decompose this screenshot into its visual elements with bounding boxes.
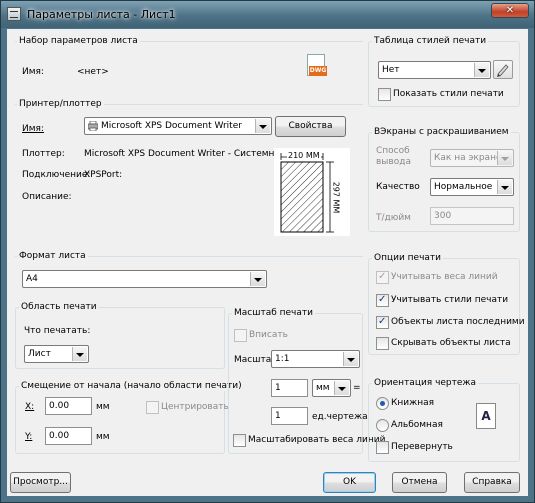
scale-value1-input[interactable]: 1	[271, 379, 308, 397]
shade-plot-label: Способ вывода	[376, 146, 411, 167]
paper-size-group-label: Формат листа	[17, 251, 88, 261]
scale-unit-label: ед.чертежа	[312, 412, 368, 422]
description-label: Описание:	[22, 192, 72, 202]
plot-area-select[interactable]: Лист	[24, 345, 89, 363]
plot-offset-group-label: Смещение от начала (начало области печат…	[19, 381, 244, 391]
plot-scale-group-label: Масштаб печати	[232, 308, 315, 318]
chevron-down-icon	[474, 63, 489, 77]
dpi-label: Т/дюйм	[376, 213, 411, 223]
paper-height-label: 297 ММ	[331, 180, 341, 215]
ok-button[interactable]: OK	[323, 472, 376, 493]
pencil-icon	[497, 64, 509, 77]
plot-paperspace-last-checkbox[interactable]: Объекты листа последними	[376, 315, 525, 329]
connection-label: Подключение:	[22, 170, 91, 180]
offset-x-unit: мм	[96, 402, 110, 412]
fit-to-paper-checkbox[interactable]: Вписать	[234, 329, 288, 342]
scale-unit-value: мм	[316, 383, 330, 393]
portrait-page-icon: A	[476, 403, 496, 429]
printer-icon	[88, 121, 98, 131]
printer-group-label: Принтер/плоттер	[17, 99, 104, 109]
properties-button[interactable]: Свойства	[275, 116, 346, 137]
paper-size-select[interactable]: A4	[22, 270, 267, 288]
edit-plot-style-button[interactable]	[493, 60, 513, 79]
window-title: Параметры листа - Лист1	[27, 8, 176, 21]
orientation-group-label: Ориентация чертежа	[372, 378, 479, 388]
connection-value: XPSPort:	[84, 170, 123, 180]
paper-width-label: 210 ММ	[287, 151, 321, 160]
page-setup-name-label: Имя:	[22, 67, 44, 77]
shade-plot-value: Как на экране	[434, 153, 502, 163]
chevron-down-icon	[497, 151, 512, 165]
paper-preview: 210 ММ 297 ММ	[274, 148, 350, 236]
printer-name-value: Microsoft XPS Document Writer	[101, 121, 242, 131]
chevron-down-icon	[334, 381, 349, 395]
scale-value: 1:1	[275, 354, 290, 364]
chevron-down-icon	[72, 347, 87, 361]
dpi-input[interactable]: 300	[430, 207, 514, 225]
center-plot-checkbox[interactable]: Центрировать	[146, 401, 229, 414]
plot-lineweights-checkbox[interactable]: Учитывать веса линий	[376, 270, 498, 284]
plot-area-what-label: Что печатать:	[24, 326, 91, 336]
chevron-down-icon	[255, 119, 270, 133]
offset-x-input[interactable]: 0.00	[45, 397, 92, 415]
plot-area-group-label: Область печати	[19, 302, 99, 312]
scale-select[interactable]: 1:1	[271, 350, 360, 368]
shaded-viewport-group-label: ВЭкраны с раскрашиванием	[372, 127, 511, 137]
plot-style-value: Нет	[382, 65, 400, 75]
hide-paperspace-objects-checkbox[interactable]: Скрывать объекты листа	[376, 337, 511, 350]
offset-x-label: X:	[25, 402, 35, 412]
scale-lineweights-checkbox[interactable]: Масштабировать веса линий	[233, 434, 385, 447]
plot-style-select[interactable]: Нет	[378, 61, 491, 79]
printer-name-label: Имя:	[22, 124, 44, 134]
plot-style-table-group-label: Таблица стилей печати	[372, 36, 489, 46]
display-plot-styles-checkbox[interactable]: Показать стили печати	[378, 88, 504, 101]
offset-y-unit: мм	[96, 432, 110, 442]
offset-y-input[interactable]: 0.00	[45, 427, 92, 445]
portrait-radio[interactable]: Книжная	[376, 397, 434, 410]
dialog-window: Параметры листа - Лист1 ✕ Набор параметр…	[0, 0, 535, 503]
cancel-button[interactable]: Отмена	[392, 472, 447, 493]
title-bar[interactable]: Параметры листа - Лист1 ✕	[1, 1, 534, 28]
landscape-radio[interactable]: Альбомная	[376, 419, 443, 432]
printer-name-select[interactable]: Microsoft XPS Document Writer	[84, 117, 272, 135]
paper-size-value: A4	[26, 274, 38, 284]
page-setup-group-label: Набор параметров листа	[17, 36, 140, 46]
dwg-file-icon: DWG	[307, 54, 327, 80]
close-icon[interactable]: ✕	[491, 3, 529, 18]
quality-select[interactable]: Нормальное	[430, 178, 514, 196]
scale-equals-sign: =	[353, 383, 361, 393]
scale-value2-input[interactable]: 1	[271, 407, 308, 425]
chevron-down-icon	[497, 180, 512, 194]
autocad-app-icon	[7, 7, 21, 21]
quality-value: Нормальное	[434, 182, 493, 192]
chevron-down-icon	[343, 352, 358, 366]
scale-unit-select[interactable]: мм	[312, 379, 351, 397]
quality-label: Качество	[376, 182, 420, 192]
upside-down-checkbox[interactable]: Перевернуть	[376, 441, 453, 454]
help-button[interactable]: Справка	[464, 472, 520, 493]
dialog-client: Набор параметров листа Имя: <нет> DWG Пр…	[7, 29, 528, 496]
plot-with-styles-checkbox[interactable]: Учитывать стили печати	[376, 293, 508, 307]
plot-options-group-label: Опции печати	[372, 253, 443, 263]
plot-area-value: Лист	[28, 349, 51, 359]
plotter-label: Плоттер:	[22, 149, 65, 159]
paper-hatch-rect	[280, 161, 324, 233]
chevron-down-icon	[250, 272, 265, 286]
page-setup-name-value: <нет>	[77, 67, 109, 77]
preview-button[interactable]: Просмотр...	[10, 472, 71, 493]
shade-plot-select[interactable]: Как на экране	[430, 149, 514, 167]
offset-y-label: Y:	[25, 432, 33, 442]
dwg-badge: DWG	[309, 66, 327, 76]
